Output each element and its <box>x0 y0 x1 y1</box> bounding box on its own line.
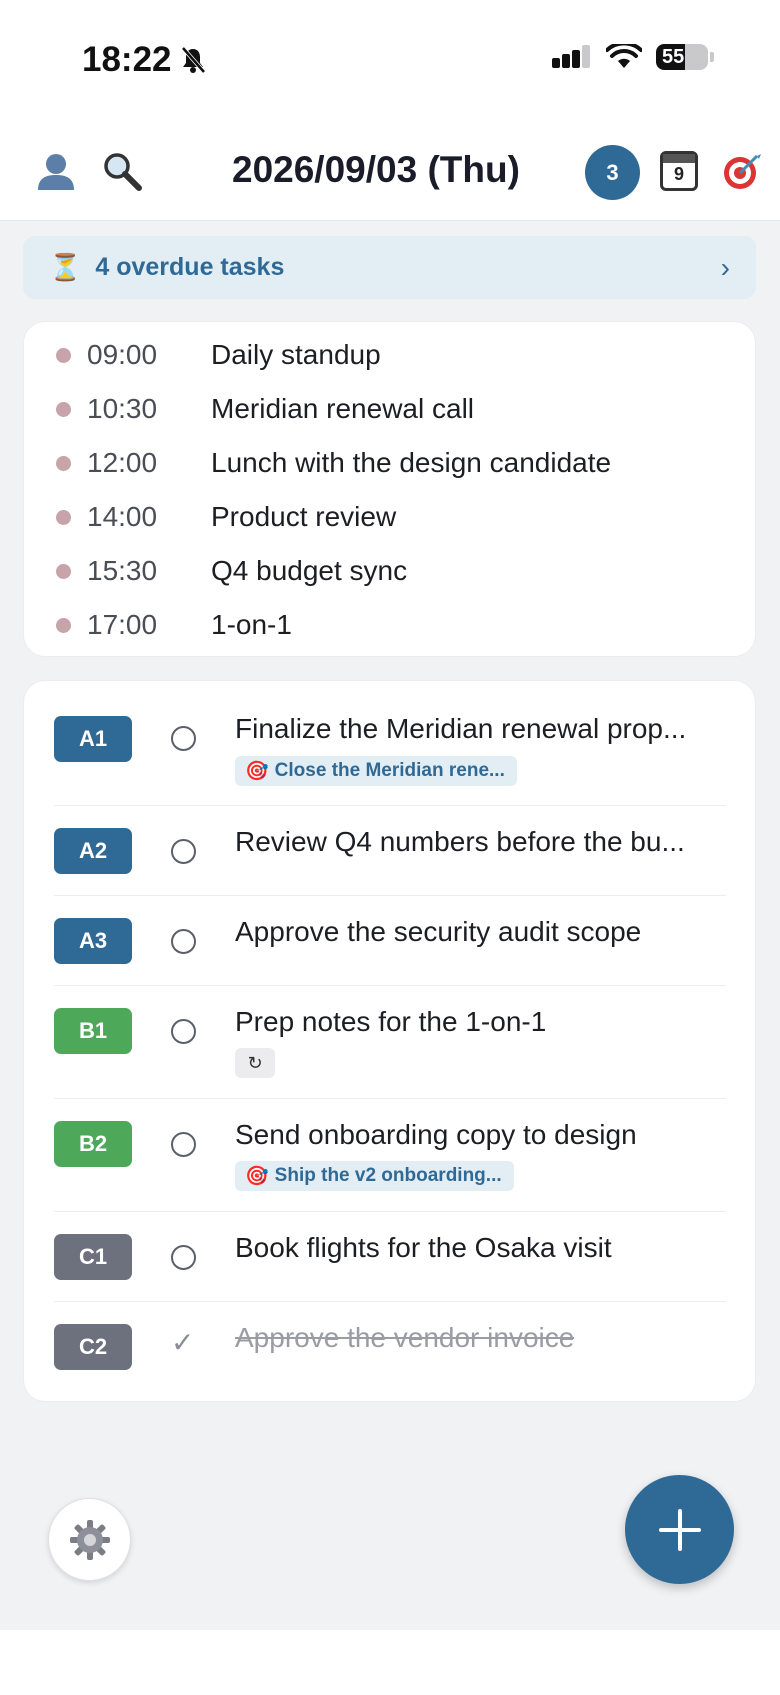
priority-badge: A2 <box>54 828 132 874</box>
cellular-signal-icon <box>552 45 590 68</box>
person-icon[interactable] <box>32 147 80 195</box>
event-row[interactable]: 09:00 Daily standup <box>24 328 755 382</box>
event-dot <box>56 347 71 363</box>
task-checkbox[interactable] <box>171 1132 196 1157</box>
search-icon[interactable] <box>98 147 146 195</box>
status-time: 18:22 <box>82 40 206 80</box>
task-row[interactable]: B1 Prep notes for the 1-on-1 ↻ <box>54 986 726 1099</box>
date-title[interactable]: 2026/09/03 (Thu) <box>232 149 520 191</box>
priority-badge: B1 <box>54 1008 132 1054</box>
events-card: 09:00 Daily standup 10:30 Meridian renew… <box>23 321 756 657</box>
overdue-banner[interactable]: ⏳ 4 overdue tasks › <box>23 236 756 299</box>
event-row[interactable]: 15:30 Q4 budget sync <box>24 544 755 598</box>
top-navigation: 2026/09/03 (Thu) 3 9 <box>0 125 780 221</box>
count-badge[interactable]: 3 <box>585 145 640 200</box>
task-row[interactable]: C1 Book flights for the Osaka visit <box>54 1212 726 1302</box>
battery-cap <box>710 52 714 62</box>
event-dot <box>56 617 71 633</box>
task-checkbox[interactable] <box>171 839 196 864</box>
task-title: Approve the security audit scope <box>235 916 642 947</box>
task-row[interactable]: A3 Approve the security audit scope <box>54 896 726 986</box>
event-dot <box>56 509 71 525</box>
task-title: Send onboarding copy to design <box>235 1119 637 1150</box>
task-title: Book flights for the Osaka visit <box>235 1232 612 1263</box>
priority-badge: A1 <box>54 716 132 762</box>
task-row[interactable]: A1 Finalize the Meridian renewal prop...… <box>54 681 726 806</box>
task-checkbox[interactable] <box>171 929 196 954</box>
goal-tag-label: Close the Meridian rene... <box>274 760 505 781</box>
task-checkbox[interactable] <box>171 726 196 751</box>
event-time: 12:00 <box>87 447 158 478</box>
event-dot <box>56 455 71 471</box>
status-indicators: 55 <box>552 44 714 70</box>
priority-badge: C1 <box>54 1234 132 1280</box>
event-time: 15:30 <box>87 555 158 586</box>
priority-badge: A3 <box>54 918 132 964</box>
event-title: 1-on-1 <box>211 609 292 640</box>
wifi-icon <box>606 44 642 68</box>
target-icon: 🎯 <box>245 761 269 782</box>
overdue-label: 4 overdue tasks <box>95 253 285 281</box>
goal-tag[interactable]: 🎯 Close the Meridian rene... <box>235 756 517 786</box>
status-bar: 18:22 55 <box>0 0 780 125</box>
task-checkbox[interactable] <box>171 1019 196 1044</box>
calendar-icon[interactable]: 9 <box>660 151 698 191</box>
priority-badge: C2 <box>54 1324 132 1370</box>
task-row[interactable]: A2 Review Q4 numbers before the bu... <box>54 806 726 896</box>
task-title: Finalize the Meridian renewal prop... <box>235 713 687 744</box>
checkmark-icon[interactable]: ✓ <box>171 1326 194 1359</box>
event-title: Meridian renewal call <box>211 393 475 424</box>
event-row[interactable]: 14:00 Product review <box>24 490 755 544</box>
event-time: 17:00 <box>87 609 158 640</box>
task-row[interactable]: C2 ✓ Approve the vendor invoice <box>54 1302 726 1392</box>
event-row[interactable]: 12:00 Lunch with the design candidate <box>24 436 755 490</box>
target-icon: 🎯 <box>245 1166 269 1187</box>
gear-icon <box>69 1519 110 1560</box>
calendar-day: 9 <box>673 164 684 184</box>
bell-muted-icon <box>181 46 206 74</box>
home-indicator-area <box>0 1630 780 1695</box>
battery-icon: 55 <box>656 44 708 70</box>
event-title: Q4 budget sync <box>211 555 408 586</box>
event-time: 14:00 <box>87 501 158 532</box>
goal-tag[interactable]: 🎯 Ship the v2 onboarding... <box>235 1161 514 1191</box>
settings-button[interactable] <box>48 1498 131 1581</box>
event-dot <box>56 401 71 417</box>
plus-icon <box>658 1508 701 1551</box>
goal-tag-label: Ship the v2 onboarding... <box>274 1165 502 1186</box>
event-time: 10:30 <box>87 393 158 424</box>
target-icon[interactable] <box>718 147 766 195</box>
task-checkbox[interactable] <box>171 1245 196 1270</box>
event-row[interactable]: 17:00 1-on-1 <box>24 598 755 652</box>
repeat-icon: ↻ <box>235 1048 275 1078</box>
task-row[interactable]: B2 Send onboarding copy to design 🎯 Ship… <box>54 1099 726 1212</box>
priority-badge: B2 <box>54 1121 132 1167</box>
add-task-button[interactable] <box>625 1475 734 1584</box>
task-title: Approve the vendor invoice <box>235 1322 575 1353</box>
task-title: Review Q4 numbers before the bu... <box>235 826 685 857</box>
hourglass-icon: ⏳ <box>49 252 82 282</box>
event-time: 09:00 <box>87 339 158 370</box>
tasks-card: A1 Finalize the Meridian renewal prop...… <box>23 680 756 1402</box>
event-title: Lunch with the design candidate <box>211 447 612 478</box>
event-title: Daily standup <box>211 339 381 370</box>
chevron-right-icon: › <box>720 251 730 283</box>
event-row[interactable]: 10:30 Meridian renewal call <box>24 382 755 436</box>
battery-level: 55 <box>662 45 685 68</box>
event-title: Product review <box>211 501 397 532</box>
clock-text: 18:22 <box>82 40 172 79</box>
task-title: Prep notes for the 1-on-1 <box>235 1006 547 1037</box>
event-dot <box>56 563 71 579</box>
